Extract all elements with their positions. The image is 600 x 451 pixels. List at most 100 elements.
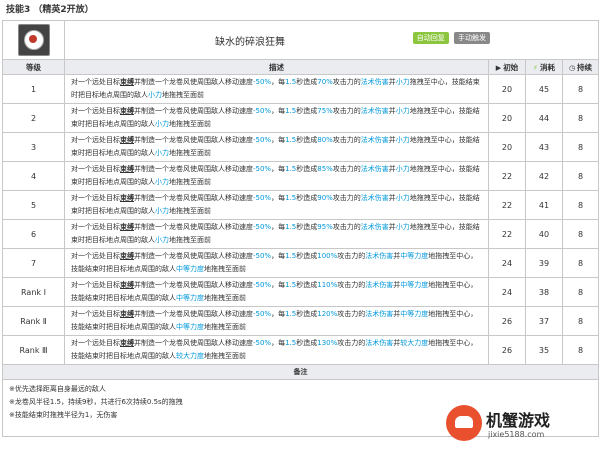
- description-cell: 对一个远处目标束缚并制造一个龙卷风使周围敌人移动速度-50%，每1.5秒造成10…: [64, 248, 489, 278]
- cost-cell: 40: [525, 219, 563, 249]
- lightning-icon: ⚡: [533, 63, 538, 72]
- desc-text: 对一个远处目标: [71, 310, 120, 318]
- highlight-value: 1.5: [285, 136, 297, 144]
- init-cell: 22: [488, 219, 526, 249]
- desc-text: 对一个远处目标: [71, 194, 120, 202]
- note-line: ※优先选择距离自身最远的敌人: [9, 385, 106, 393]
- desc-text: 地拖拽至面前: [169, 120, 211, 128]
- desc-text: 秒造成: [296, 223, 318, 231]
- highlight-value: 法术伤害: [360, 223, 389, 231]
- highlight-value: 100%: [317, 252, 338, 260]
- desc-text: 并: [388, 194, 396, 202]
- desc-text: 对一个远处目标: [71, 78, 120, 86]
- level-cell: 4: [2, 161, 65, 191]
- desc-text: 地拖拽至面前: [204, 265, 246, 273]
- highlight-value: 法术伤害: [360, 78, 389, 86]
- description-cell: 对一个远处目标束缚并制造一个龙卷风使周围敌人移动速度-50%，每1.5秒造成90…: [64, 190, 489, 220]
- highlight-value: -50%: [253, 165, 272, 173]
- desc-text: 并制造一个龙卷风使周围敌人移动速度: [134, 194, 253, 202]
- cost-cell: 39: [525, 248, 563, 278]
- description-cell: 对一个远处目标束缚并制造一个龙卷风使周围敌人移动速度-50%，每1.5秒造成75…: [64, 103, 489, 133]
- highlight-value: 小力: [395, 136, 410, 144]
- highlight-value: 法术伤害: [365, 339, 394, 347]
- desc-text: 攻击力的: [332, 78, 361, 86]
- duration-cell: 8: [562, 335, 599, 365]
- desc-text: 并制造一个龙卷风使周围敌人移动速度: [134, 223, 253, 231]
- table-row: 5 对一个远处目标束缚并制造一个龙卷风使周围敌人移动速度-50%，每1.5秒造成9…: [2, 190, 599, 220]
- init-cell: 20: [488, 74, 526, 104]
- description-cell: 对一个远处目标束缚并制造一个龙卷风使周围敌人移动速度-50%，每1.5秒造成11…: [64, 277, 489, 307]
- column-header-row: 等级 描述 ▶ 初始 ⚡ 消耗 ◷ 持续: [2, 59, 599, 75]
- keyword-bind: 束缚: [120, 252, 134, 260]
- cost-cell: 37: [525, 306, 563, 336]
- desc-text: 对一个远处目标: [71, 223, 120, 231]
- highlight-value: 法术伤害: [360, 194, 389, 202]
- init-cell: 22: [488, 161, 526, 191]
- desc-text: 并制造一个龙卷风使周围敌人移动速度: [134, 252, 253, 260]
- duration-cell: 8: [562, 306, 599, 336]
- desc-text: ，每: [271, 107, 286, 115]
- cost-cell: 38: [525, 277, 563, 307]
- highlight-value: 小力: [155, 149, 169, 157]
- manual-trigger-badge: 手动触发: [454, 32, 490, 44]
- desc-text: 地拖拽至面前: [169, 178, 211, 186]
- keyword-bind: 束缚: [120, 281, 134, 289]
- clock-icon: ◷: [568, 63, 576, 72]
- desc-text: 秒造成: [296, 194, 318, 202]
- table-row: 3 对一个远处目标束缚并制造一个龙卷风使周围敌人移动速度-50%，每1.5秒造成8…: [2, 132, 599, 162]
- desc-text: 秒造成: [296, 165, 318, 173]
- duration-cell: 8: [562, 219, 599, 249]
- highlight-value: 中等力度: [400, 281, 429, 289]
- highlight-value: -50%: [253, 252, 272, 260]
- highlight-value: 120%: [317, 310, 338, 318]
- desc-text: 并: [388, 78, 396, 86]
- highlight-value: 1.5: [285, 194, 297, 202]
- desc-text: ，每: [271, 252, 286, 260]
- highlight-value: 130%: [317, 339, 338, 347]
- level-cell: Rank Ⅰ: [2, 277, 65, 307]
- table-row: 7 对一个远处目标束缚并制造一个龙卷风使周围敌人移动速度-50%，每1.5秒造成1…: [2, 248, 599, 278]
- highlight-value: 法术伤害: [360, 136, 389, 144]
- desc-text: ，每: [271, 136, 286, 144]
- desc-text: ，每: [271, 165, 286, 173]
- highlight-value: 小力: [155, 120, 169, 128]
- notes-header-row: 备注: [2, 364, 599, 380]
- skill-name: 缺水的碎浪狂舞: [215, 36, 285, 48]
- desc-text: 并制造一个龙卷风使周围敌人移动速度: [134, 339, 253, 347]
- desc-text: 攻击力的: [332, 194, 361, 202]
- table-row: 6 对一个远处目标束缚并制造一个龙卷风使周围敌人移动速度-50%，每1.5秒造成9…: [2, 219, 599, 249]
- tornado-skill-icon: [17, 24, 50, 56]
- highlight-value: 1.5: [285, 165, 297, 173]
- desc-text: ，每: [271, 310, 286, 318]
- level-cell: 3: [2, 132, 65, 162]
- desc-text: 对一个远处目标: [71, 136, 120, 144]
- highlight-value: -50%: [253, 78, 272, 86]
- table-row: Rank Ⅲ 对一个远处目标束缚并制造一个龙卷风使周围敌人移动速度-50%，每1.…: [2, 335, 599, 365]
- col-duration: ◷ 持续: [562, 59, 599, 75]
- table-row: 2 对一个远处目标束缚并制造一个龙卷风使周围敌人移动速度-50%，每1.5秒造成7…: [2, 103, 599, 133]
- highlight-value: 1.5: [285, 310, 297, 318]
- desc-text: 对一个远处目标: [71, 281, 120, 289]
- desc-text: 秒造成: [296, 136, 318, 144]
- keyword-bind: 束缚: [120, 310, 134, 318]
- desc-text: 秒造成: [296, 107, 318, 115]
- skill-header-row: 缺水的碎浪狂舞 自动回复 手动触发: [2, 20, 599, 60]
- highlight-value: 小力: [148, 91, 162, 99]
- desc-text: 并: [388, 136, 396, 144]
- desc-text: 地拖拽至面前: [204, 323, 246, 331]
- highlight-value: 中等力度: [176, 294, 204, 302]
- table-row: 4 对一个远处目标束缚并制造一个龙卷风使周围敌人移动速度-50%，每1.5秒造成8…: [2, 161, 599, 191]
- keyword-bind: 束缚: [120, 339, 134, 347]
- level-cell: 5: [2, 190, 65, 220]
- duration-cell: 8: [562, 161, 599, 191]
- highlight-value: -50%: [253, 310, 272, 318]
- init-cell: 24: [488, 248, 526, 278]
- highlight-value: 小力: [395, 194, 410, 202]
- skill-icon-cell: [2, 20, 65, 60]
- desc-text: 秒造成: [296, 310, 318, 318]
- highlight-value: 法术伤害: [360, 165, 389, 173]
- duration-cell: 8: [562, 190, 599, 220]
- highlight-value: 小力: [155, 178, 169, 186]
- level-cell: 6: [2, 219, 65, 249]
- highlight-value: 较大力度: [400, 339, 429, 347]
